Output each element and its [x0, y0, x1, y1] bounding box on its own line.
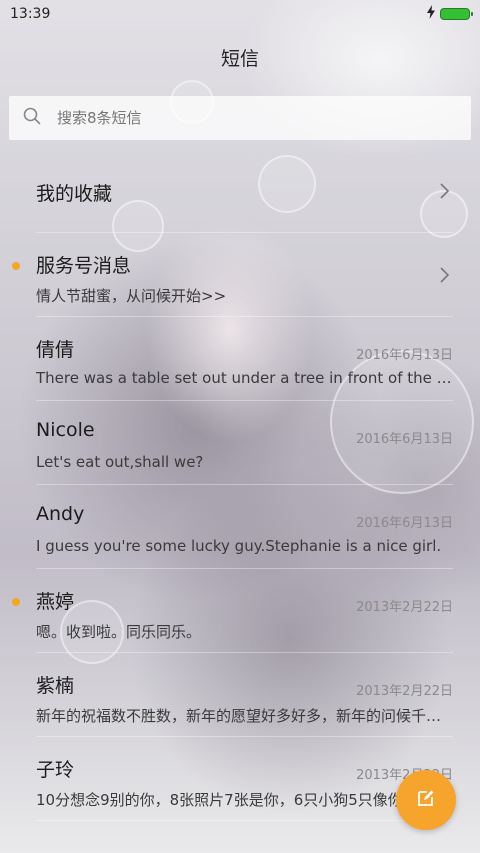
search-input[interactable] — [55, 108, 439, 128]
thread-preview: Let's eat out,shall we? — [36, 453, 204, 471]
thread-preview: 情人节甜蜜，从问候开始>> — [36, 287, 227, 305]
thread-date: 2013年2月22日 — [356, 684, 453, 699]
thread-name: 紫楠 — [36, 675, 75, 697]
list-item[interactable]: 燕婷 2013年2月22日 嗯。收到啦。同乐同乐。 — [12, 569, 453, 653]
thread-date: 2016年6月13日 — [356, 432, 453, 447]
list-item[interactable]: Nicole 2016年6月13日 Let's eat out,shall we… — [36, 401, 453, 485]
search-bar[interactable] — [9, 96, 471, 140]
thread-name: Nicole — [36, 419, 95, 441]
thread-name: 燕婷 — [36, 591, 75, 613]
status-icons — [426, 5, 473, 23]
unread-dot — [12, 262, 20, 270]
compose-button[interactable] — [396, 770, 456, 830]
unread-dot — [12, 598, 20, 606]
status-time: 13:39 — [10, 6, 51, 22]
status-bar: 13:39 — [0, 0, 480, 28]
chevron-right-icon — [435, 182, 453, 200]
search-icon — [23, 107, 41, 129]
thread-name: 子玲 — [36, 759, 75, 781]
thread-date: 2016年6月13日 — [356, 516, 453, 531]
list-item[interactable]: 倩倩 2016年6月13日 There was a table set out … — [36, 317, 453, 401]
compose-icon — [416, 788, 436, 812]
favorites-label: 我的收藏 — [36, 183, 113, 205]
page-title: 短信 — [220, 48, 259, 70]
thread-preview: 10分想念9别的你，8张照片7张是你，6只小狗5只像你 — [36, 791, 403, 809]
list-item[interactable]: 紫楠 2013年2月22日 新年的祝福数不胜数，新年的愿望好多好多，新年的问候千… — [36, 653, 453, 737]
conversation-list: 我的收藏 服务号消息 情人节甜蜜，从问候开始>> 倩倩 2016年6月13日 T… — [0, 150, 480, 821]
thread-date: 2016年6月13日 — [356, 348, 453, 363]
chevron-right-icon — [435, 266, 453, 284]
thread-preview: There was a table set out under a tree i… — [36, 369, 453, 387]
thread-preview: 嗯。收到啦。同乐同乐。 — [36, 623, 202, 641]
list-item[interactable]: Andy 2016年6月13日 I guess you're some luck… — [36, 485, 453, 569]
list-item-service-messages[interactable]: 服务号消息 情人节甜蜜，从问候开始>> — [12, 233, 453, 317]
thread-date: 2013年2月22日 — [356, 600, 453, 615]
thread-preview: 新年的祝福数不胜数，新年的愿望好多好多，新年的问候千千万万 — [36, 707, 453, 725]
favorites-row[interactable]: 我的收藏 — [36, 150, 453, 233]
charging-icon — [426, 5, 436, 23]
thread-name: 服务号消息 — [36, 255, 132, 277]
thread-name: 倩倩 — [36, 339, 75, 361]
thread-name: Andy — [36, 503, 85, 525]
battery-icon — [440, 8, 473, 20]
list-item[interactable]: 子玲 2013年2月22日 10分想念9别的你，8张照片7张是你，6只小狗5只像… — [36, 737, 453, 821]
thread-preview: I guess you're some lucky guy.Stephanie … — [36, 537, 442, 555]
